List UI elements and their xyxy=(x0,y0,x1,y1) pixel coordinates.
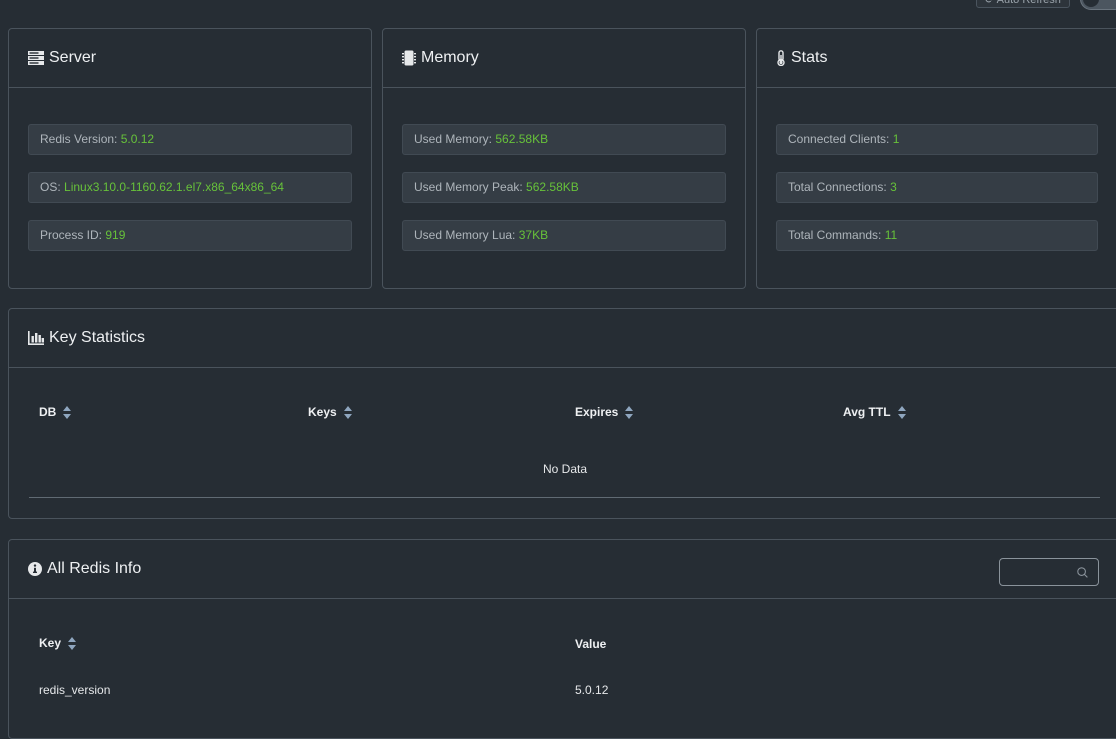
stats-card: Stats Connected Clients: 1 Total Connect… xyxy=(756,28,1116,289)
redis-version-row: Redis Version: 5.0.12 xyxy=(28,124,352,155)
used-memory-lua-value: 37KB xyxy=(518,228,549,242)
server-card: Server Redis Version: 5.0.12 OS: Linux3.… xyxy=(8,28,372,289)
server-card-header: Server xyxy=(9,29,371,88)
total-connections-row: Total Connections: 3 xyxy=(776,172,1098,203)
sort-icon[interactable] xyxy=(343,405,353,419)
toggle-knob xyxy=(1083,0,1099,7)
used-memory-peak-value: 562.58KB xyxy=(526,180,579,194)
stats-card-title: Stats xyxy=(791,49,828,66)
empty-table-message: No Data xyxy=(543,462,588,476)
os-label: OS: xyxy=(40,180,65,194)
process-id-value: 919 xyxy=(105,228,126,242)
memory-card-title: Memory xyxy=(421,49,479,66)
total-commands-label: Total Commands: xyxy=(788,228,885,242)
thermometer-icon xyxy=(777,50,785,66)
stats-card-header: Stats xyxy=(757,29,1116,88)
info-circle-icon xyxy=(28,562,42,576)
table-bottom-divider xyxy=(29,497,1100,498)
sort-icon[interactable] xyxy=(68,636,77,650)
table-row-value: 5.0.12 xyxy=(575,683,609,697)
total-commands-row: Total Commands: 11 xyxy=(776,220,1098,251)
sort-icon[interactable] xyxy=(63,405,72,419)
used-memory-value: 562.58KB xyxy=(495,132,549,146)
used-memory-peak-label: Used Memory Peak: xyxy=(414,180,527,194)
memory-card-header: Memory xyxy=(383,29,745,88)
process-id-label: Process ID: xyxy=(40,228,106,242)
bar-chart-icon xyxy=(28,331,44,345)
connected-clients-value: 1 xyxy=(892,132,900,146)
key-statistics-card: Key Statistics DB Keys Expires Avg TTL N… xyxy=(8,308,1116,519)
info-search-input[interactable] xyxy=(999,558,1099,586)
process-id-row: Process ID: 919 xyxy=(28,220,352,251)
used-memory-lua-label: Used Memory Lua: xyxy=(414,228,519,242)
connected-clients-row: Connected Clients: 1 xyxy=(776,124,1098,155)
used-memory-row: Used Memory: 562.58KB xyxy=(402,124,726,155)
used-memory-lua-row: Used Memory Lua: 37KB xyxy=(402,220,726,251)
auto-refresh-button[interactable]: ⟳ Auto Refresh xyxy=(976,0,1070,8)
column-header-avg-ttl-label: Avg TTL xyxy=(843,405,891,419)
used-memory-label: Used Memory: xyxy=(414,132,496,146)
connected-clients-label: Connected Clients: xyxy=(788,132,893,146)
column-header-keys-label: Keys xyxy=(308,405,337,419)
column-header-value-label: Value xyxy=(575,637,607,651)
os-row: OS: Linux3.10.0-1160.62.1.el7.x86_64x86_… xyxy=(28,172,352,203)
column-header-expires[interactable]: Expires xyxy=(575,405,634,419)
all-redis-info-card: All Redis Info Key Value redis_version 5… xyxy=(8,539,1116,739)
used-memory-peak-row: Used Memory Peak: 562.58KB xyxy=(402,172,726,203)
column-header-db-label: DB xyxy=(39,405,57,419)
os-value: Linux3.10.0-1160.62.1.el7.x86_64x86_64 xyxy=(64,180,284,194)
sort-icon[interactable] xyxy=(625,405,634,419)
total-connections-label: Total Connections: xyxy=(788,180,891,194)
total-commands-value: 11 xyxy=(884,228,898,242)
all-redis-info-header: All Redis Info xyxy=(9,540,1116,599)
column-header-avg-ttl[interactable]: Avg TTL xyxy=(843,405,907,419)
column-header-key-label: Key xyxy=(39,636,62,650)
all-redis-info-title: All Redis Info xyxy=(47,560,142,577)
redis-version-value: 5.0.12 xyxy=(120,132,155,146)
search-icon[interactable] xyxy=(1077,567,1088,578)
key-statistics-title: Key Statistics xyxy=(49,329,146,346)
key-statistics-header: Key Statistics xyxy=(9,309,1116,368)
table-row-key: redis_version xyxy=(39,683,111,697)
column-header-db[interactable]: DB xyxy=(39,405,72,419)
server-icon xyxy=(28,51,44,65)
memory-chip-icon xyxy=(402,50,416,66)
column-header-key[interactable]: Key xyxy=(39,636,77,650)
column-header-keys[interactable]: Keys xyxy=(308,405,353,419)
auto-refresh-toggle[interactable] xyxy=(1080,0,1116,10)
column-header-expires-label: Expires xyxy=(575,405,619,419)
sort-icon[interactable] xyxy=(897,405,907,419)
redis-version-label: Redis Version: xyxy=(40,132,121,146)
server-card-title: Server xyxy=(49,49,97,66)
column-header-value: Value xyxy=(575,637,606,651)
memory-card: Memory Used Memory: 562.58KB Used Memory… xyxy=(382,28,746,289)
total-connections-value: 3 xyxy=(890,180,897,194)
